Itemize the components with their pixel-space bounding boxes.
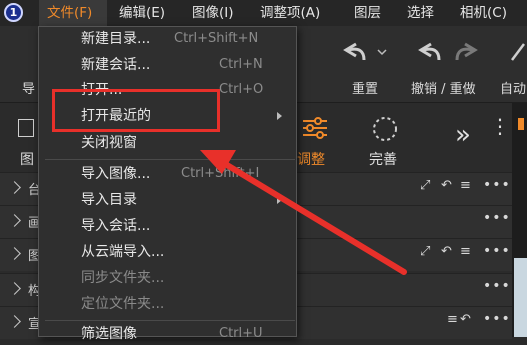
more-tabs-icon[interactable]: » [455, 122, 471, 148]
reset-panel-icon[interactable]: ↶ [441, 244, 452, 259]
panel-more-icon[interactable]: ••• [483, 311, 511, 327]
panel-more-icon[interactable]: ••• [483, 177, 511, 193]
menu-separator [45, 320, 295, 321]
menu-item-label: 从云端导入... [81, 244, 165, 260]
submenu-arrow-icon [277, 196, 282, 204]
tabs-overflow-icon[interactable]: ⋮ [490, 116, 510, 136]
menu-item-label: 导入会话... [81, 218, 151, 234]
submenu-arrow-icon [277, 112, 282, 120]
menu-item-label: 关闭视窗 [81, 135, 137, 151]
menu-image[interactable]: 图像(I) [184, 0, 242, 26]
menu-layers[interactable]: 图层 [346, 0, 389, 26]
app-logo[interactable]: 1 [4, 3, 23, 22]
menu-file[interactable]: 文件(F) [39, 0, 107, 26]
menu-item-shortcut: Ctrl+U [219, 326, 263, 341]
reset-panel-icon[interactable]: ↶ [441, 178, 452, 193]
menu-item-filter-images[interactable]: 筛选图像 Ctrl+U [43, 323, 293, 345]
menu-item-sync-folder[interactable]: 同步文件夹... [43, 267, 293, 289]
refine-icon[interactable] [370, 115, 400, 143]
menu-item-label: 导入图像... [81, 166, 151, 182]
viewer-tab-icon[interactable] [518, 118, 524, 130]
menu-item-close-window[interactable]: 关闭视窗 [43, 132, 293, 154]
annotation-highlight-box [52, 89, 220, 132]
menu-item-import-session[interactable]: 导入会话... [43, 215, 293, 237]
menu-item-label: 定位文件夹... [81, 296, 165, 312]
menu-item-new-catalog[interactable]: 新建目录... Ctrl+Shift+N [43, 28, 293, 50]
reset-icon[interactable] [338, 38, 398, 64]
reset-panel-icon[interactable]: ↶ [460, 312, 471, 327]
expand-icon[interactable]: ⤢ [420, 244, 430, 259]
panel-more-icon[interactable]: ••• [483, 278, 511, 294]
menu-item-shortcut: Ctrl+Shift+N [174, 31, 259, 46]
menu-item-label: 新建会话... [81, 57, 151, 73]
undo-redo-icon[interactable] [413, 38, 493, 64]
library-icon[interactable] [18, 119, 34, 137]
menu-item-label: 同步文件夹... [81, 270, 165, 286]
list-icon[interactable]: ≡ [460, 244, 471, 259]
menu-item-label: 导入目录 [81, 192, 137, 208]
menu-item-import-catalog[interactable]: 导入目录 [43, 189, 293, 211]
menu-item-shortcut: Ctrl+N [219, 57, 263, 72]
list-icon[interactable]: ≡ [447, 312, 458, 327]
panel-more-icon[interactable]: ••• [483, 210, 511, 226]
reset-button[interactable]: 重置 [352, 78, 378, 97]
tab-finish[interactable]: 完善 [369, 149, 397, 169]
menu-item-shortcut: Ctrl+Shift+I [181, 166, 260, 181]
menu-item-shortcut: Ctrl+O [219, 82, 264, 97]
menu-select[interactable]: 选择 [399, 0, 442, 26]
adjust-icon[interactable] [300, 115, 330, 141]
menu-edit[interactable]: 编辑(E) [111, 0, 173, 26]
toolbar-import-label: 导 [22, 82, 36, 97]
image-thumbnail[interactable] [514, 258, 527, 337]
menu-separator [45, 159, 295, 160]
panel-more-icon[interactable]: ••• [483, 243, 511, 259]
menu-item-label: 筛选图像 [81, 326, 137, 342]
menu-camera[interactable]: 相机(C) [452, 0, 515, 26]
menu-item-import-images[interactable]: 导入图像... Ctrl+Shift+I [43, 163, 293, 185]
auto-adjust-button[interactable]: 自动 [500, 78, 526, 97]
menu-item-label: 新建目录... [81, 31, 151, 47]
menu-adjustments[interactable]: 调整项(A) [252, 0, 328, 26]
auto-adjust-icon[interactable] [508, 40, 527, 64]
expand-icon[interactable]: ⤢ [420, 178, 430, 193]
tab-library-label[interactable]: 图 [20, 149, 34, 169]
menu-item-new-session[interactable]: 新建会话... Ctrl+N [43, 54, 293, 76]
menu-item-locate-folder[interactable]: 定位文件夹... [43, 293, 293, 315]
tab-adjust[interactable]: 调整 [297, 149, 325, 169]
list-icon[interactable]: ≡ [460, 178, 471, 193]
menu-item-import-from-cloud[interactable]: 从云端导入... [43, 241, 293, 263]
undo-redo-button[interactable]: 撤销 / 重做 [411, 78, 476, 97]
